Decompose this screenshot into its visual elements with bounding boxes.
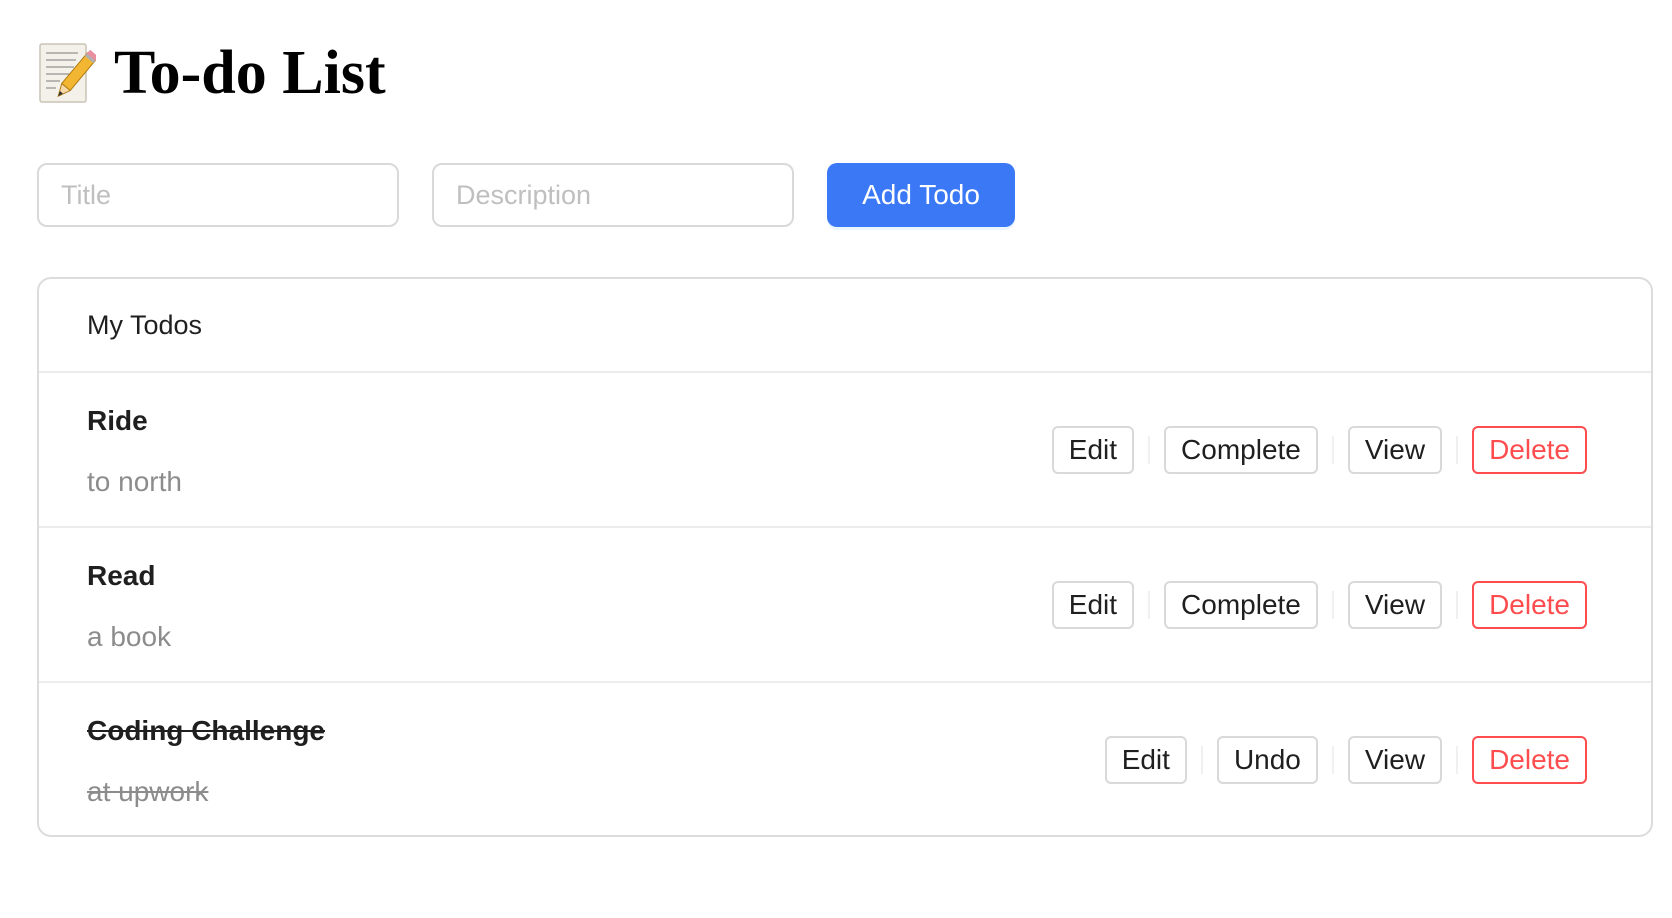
description-input[interactable] [432, 163, 794, 227]
todo-item: Ride to north Edit Complete View Delete [39, 373, 1651, 528]
memo-notepad-icon [39, 43, 96, 103]
action-divider [1148, 436, 1151, 464]
todo-actions: Edit Complete View Delete [1051, 426, 1587, 474]
todo-description: a book [87, 621, 172, 652]
view-button[interactable]: View [1347, 581, 1443, 629]
page-title: To-do List [114, 39, 386, 107]
complete-button[interactable]: Complete [1164, 581, 1318, 629]
delete-button[interactable]: Delete [1472, 581, 1587, 629]
todo-title: Coding Challenge [87, 715, 325, 746]
add-todo-form: Add Todo [37, 163, 1015, 227]
action-divider [1148, 591, 1151, 619]
todo-item: Read a book Edit Complete View Delete [39, 528, 1651, 683]
action-divider [1200, 746, 1203, 774]
todo-item-completed: Coding Challenge at upwork Edit Undo Vie… [39, 683, 1651, 835]
todo-actions: Edit Complete View Delete [1051, 581, 1587, 629]
todo-list-card: My Todos Ride to north Edit Complete Vie… [37, 277, 1653, 837]
todo-page: To-do List Add Todo My Todos Ride to nor… [0, 0, 1672, 918]
todo-title: Ride [87, 405, 148, 436]
action-divider [1456, 591, 1459, 619]
action-divider [1331, 591, 1334, 619]
action-divider [1331, 436, 1334, 464]
title-row: To-do List [38, 38, 386, 108]
edit-button[interactable]: Edit [1104, 736, 1187, 784]
delete-button[interactable]: Delete [1472, 736, 1587, 784]
view-button[interactable]: View [1347, 736, 1443, 784]
todo-description: at upwork [87, 776, 209, 807]
action-divider [1331, 746, 1334, 774]
complete-button[interactable]: Complete [1164, 426, 1318, 474]
delete-button[interactable]: Delete [1472, 426, 1587, 474]
view-button[interactable]: View [1347, 426, 1443, 474]
undo-button[interactable]: Undo [1216, 736, 1318, 784]
list-header: My Todos [39, 279, 1651, 373]
action-divider [1456, 746, 1459, 774]
action-divider [1456, 436, 1459, 464]
todo-actions: Edit Undo View Delete [1104, 736, 1587, 784]
todo-description: to north [87, 466, 182, 497]
title-input[interactable] [37, 163, 399, 227]
edit-button[interactable]: Edit [1051, 581, 1135, 629]
todo-title: Read [87, 560, 156, 591]
edit-button[interactable]: Edit [1051, 426, 1135, 474]
add-todo-button[interactable]: Add Todo [827, 163, 1015, 227]
